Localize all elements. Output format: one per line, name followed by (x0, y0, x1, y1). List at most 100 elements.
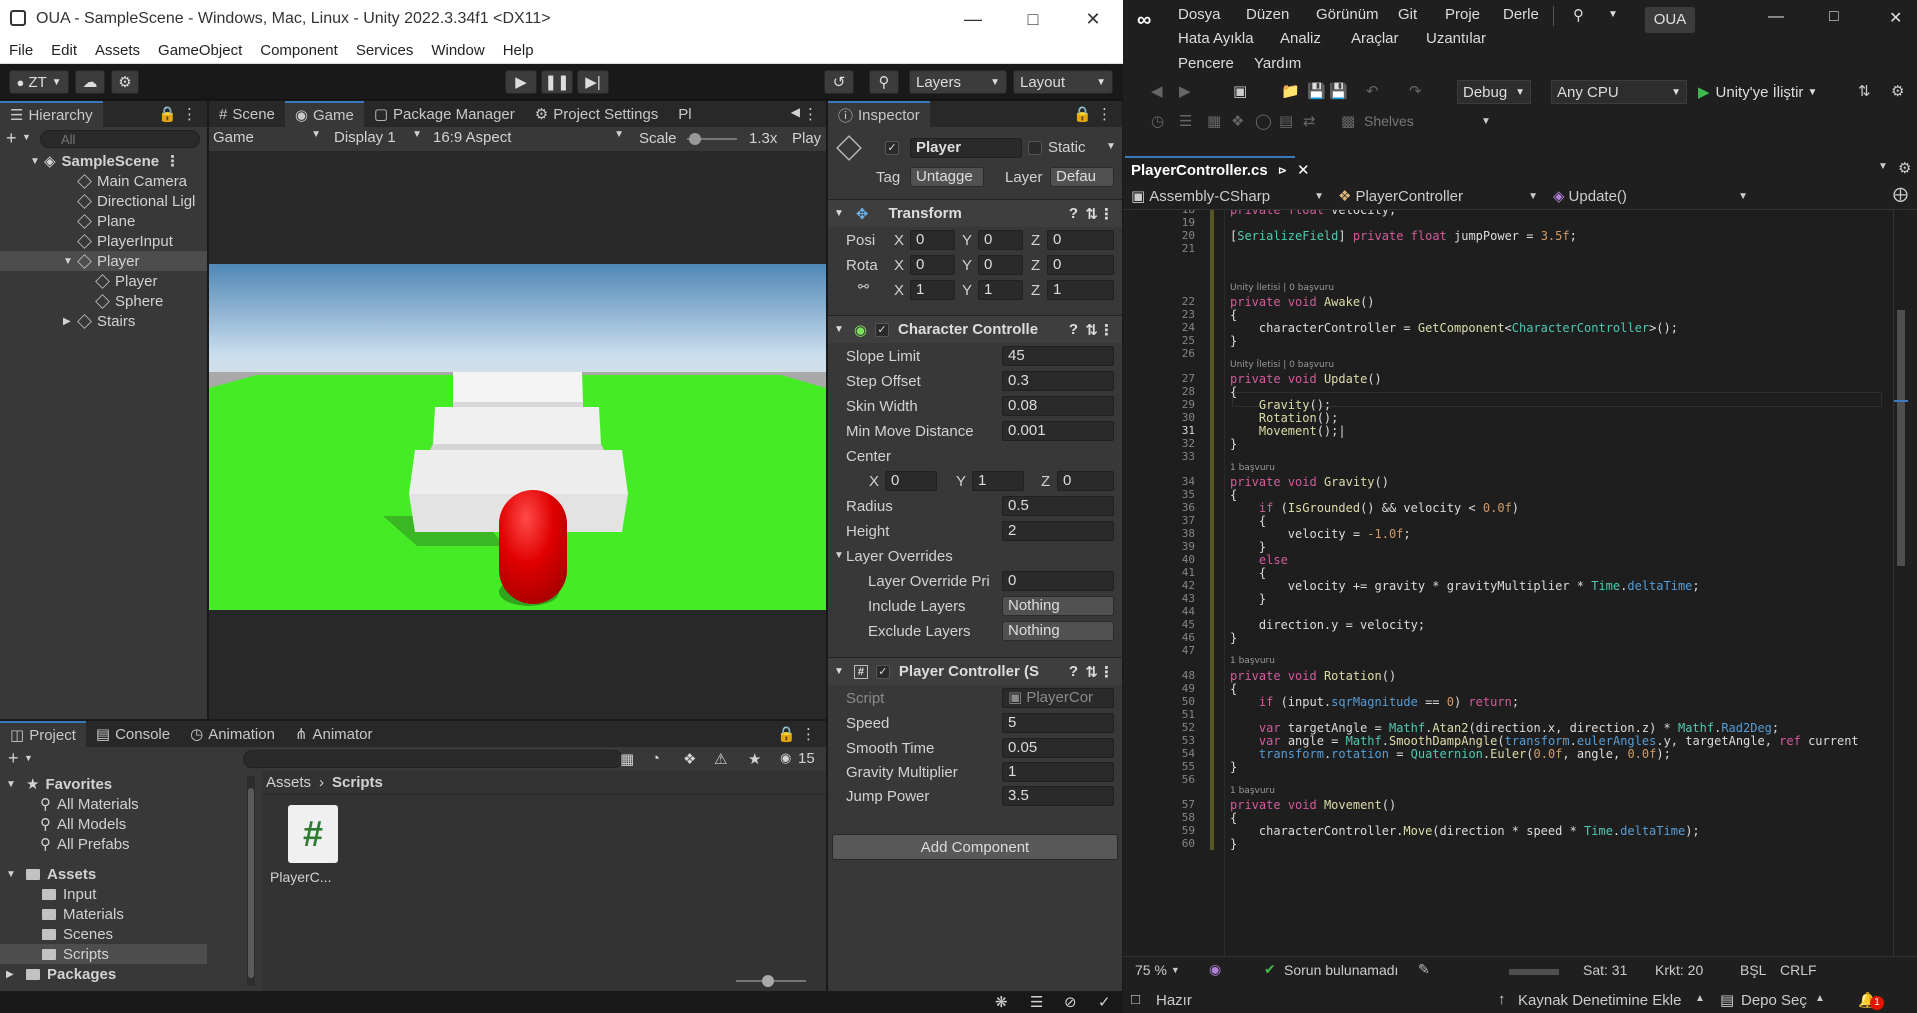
script-asset-item[interactable]: # PlayerC... (264, 805, 344, 895)
chevron-down-icon[interactable]: ▼ (1481, 116, 1491, 127)
menu-assets[interactable]: Assets (95, 42, 140, 59)
component-enabled-checkbox[interactable]: ✓ (875, 664, 890, 679)
breadcrumb-assets[interactable]: Assets (266, 774, 311, 791)
more-icon[interactable]: ⋮ (1099, 205, 1114, 223)
favorite-star-icon[interactable]: ★ (748, 750, 761, 768)
tag-dropdown[interactable]: Untagge (910, 167, 984, 187)
solution-name-badge[interactable]: OUA (1645, 7, 1695, 33)
attach-to-unity-button[interactable]: ▶ Unity'ye İliştir ▼ (1698, 80, 1848, 104)
toolbar-icon[interactable]: ☰ (1179, 112, 1192, 130)
include-layers-dropdown[interactable]: Nothing (1002, 596, 1114, 616)
expand-icon[interactable]: ▼ (6, 869, 16, 880)
play-focus-label[interactable]: Play (792, 130, 821, 147)
redo-icon[interactable]: ↷ (1409, 82, 1422, 100)
maximize-button[interactable]: □ (1829, 8, 1839, 26)
menu-uzantilar[interactable]: Uzantılar (1426, 30, 1486, 47)
display-dropdown[interactable]: Display 1 ▼ (334, 129, 427, 149)
check-circle-icon[interactable]: ✓ (1098, 993, 1111, 1011)
breadcrumb-scripts[interactable]: Scripts (332, 774, 383, 791)
menu-pencere[interactable]: Pencere (1178, 55, 1234, 72)
scene-item[interactable]: ▼ ◈ SampleScene ⋮ (0, 151, 207, 171)
brush-icon[interactable]: ✎ (1418, 961, 1430, 978)
save-icon[interactable]: 💾 (1307, 82, 1326, 100)
tab-playercontroller-cs[interactable]: PlayerController.cs ⊳ ✕ (1125, 156, 1310, 182)
class-dropdown[interactable]: ❖ PlayerController ▼ (1338, 185, 1543, 207)
codelens-gravity[interactable]: 1 başvuru (1230, 463, 1275, 473)
menu-component[interactable]: Component (260, 42, 338, 59)
list-item[interactable]: PlayerInput (0, 231, 207, 251)
chevron-down-icon[interactable]: ▼ (1608, 9, 1618, 20)
static-checkbox[interactable] (1028, 141, 1042, 155)
position-z-field[interactable]: 0 (1047, 230, 1114, 250)
toolbar-icon[interactable]: ◷ (1151, 112, 1164, 130)
game-mode-dropdown[interactable]: Game ▼ (213, 129, 326, 149)
shelves-label[interactable]: Shelves (1364, 113, 1414, 129)
tab-scene[interactable]: # Scene (209, 101, 285, 127)
debug-icon[interactable]: ⚙ (1891, 82, 1904, 100)
layers-dropdown[interactable]: Layers ▼ (909, 70, 1007, 94)
add-to-source-control-button[interactable]: Kaynak Denetimine Ekle (1518, 992, 1681, 1009)
position-y-field[interactable]: 0 (978, 230, 1023, 250)
menu-services[interactable]: Services (356, 42, 414, 59)
rotation-y-field[interactable]: 0 (978, 255, 1023, 275)
menu-duzen[interactable]: Düzen (1246, 6, 1289, 23)
zoom-slider-handle[interactable] (762, 975, 774, 987)
close-button[interactable]: ✕ (1889, 8, 1902, 28)
codelens-movement[interactable]: 1 başvuru (1230, 786, 1275, 796)
collapse-icon[interactable]: ▶ (63, 316, 71, 327)
script-field[interactable]: ▣ PlayerCor (1002, 688, 1114, 708)
tree-scrollbar[interactable] (247, 776, 255, 986)
list-item[interactable]: Input (0, 884, 207, 904)
more-icon[interactable]: ⋮ (182, 105, 197, 123)
menu-edit[interactable]: Edit (51, 42, 77, 59)
chevron-down-icon[interactable]: ▼ (1878, 161, 1888, 172)
radius-field[interactable]: 0.5 (1002, 496, 1114, 516)
toolbar-icon[interactable]: ◯ (1255, 112, 1272, 130)
alert-icon[interactable]: ⚠ (714, 750, 727, 768)
add-icon[interactable]: + (6, 128, 17, 149)
packages-item[interactable]: ▶ Packages (0, 964, 207, 984)
list-item[interactable]: Scenes (0, 924, 207, 944)
center-z-field[interactable]: 0 (1057, 471, 1114, 491)
menu-dosya[interactable]: Dosya (1178, 6, 1221, 23)
code-editor[interactable]: 1819202122232425262728293031323334353637… (1135, 210, 1897, 956)
expand-icon[interactable]: ▼ (834, 550, 844, 561)
preset-icon[interactable]: ⇅ (1085, 663, 1098, 681)
tab-animator[interactable]: ⋔ Animator (285, 721, 383, 747)
codelens-rotation[interactable]: 1 başvuru (1230, 656, 1275, 666)
pin-icon[interactable]: ⊳ (1278, 164, 1287, 177)
scale-x-field[interactable]: 1 (910, 280, 955, 300)
new-item-icon[interactable]: ▣ (1233, 82, 1247, 100)
list-item[interactable]: Main Camera (0, 171, 207, 191)
expand-icon[interactable]: ▼ (834, 324, 844, 335)
collab-button[interactable]: ⚙ (111, 70, 139, 94)
list-item[interactable]: Materials (0, 904, 207, 924)
maximize-button[interactable]: □ (1003, 0, 1063, 38)
select-repository-button[interactable]: Depo Seç (1741, 992, 1807, 1009)
menu-analiz[interactable]: Analiz (1280, 30, 1321, 47)
help-icon[interactable]: ? (1069, 205, 1078, 222)
center-y-field[interactable]: 1 (972, 471, 1024, 491)
line-ending-indicator[interactable]: CRLF (1780, 962, 1817, 978)
help-icon[interactable]: ? (1069, 321, 1078, 338)
expand-icon[interactable]: ▼ (834, 666, 844, 677)
undo-icon[interactable]: ↶ (1366, 82, 1379, 100)
gear-icon[interactable]: ⚙ (1898, 159, 1911, 177)
layer-overrides-label[interactable]: Layer Overrides (846, 548, 953, 565)
toolbar-icon[interactable]: ▦ (1207, 112, 1221, 130)
menu-derle[interactable]: Derle (1503, 6, 1539, 23)
forward-icon[interactable]: ▶ (1179, 82, 1191, 100)
search-button[interactable]: ⚲ (869, 70, 899, 94)
toolbar-icon[interactable]: ⇄ (1303, 112, 1316, 130)
list-item[interactable]: ⚲ All Materials (0, 794, 207, 814)
expand-icon[interactable]: ▼ (63, 256, 73, 267)
layer-override-priority-field[interactable]: 0 (1002, 571, 1114, 591)
expand-icon[interactable]: ▼ (30, 156, 40, 167)
menu-proje[interactable]: Proje (1445, 6, 1480, 23)
more-icon[interactable]: ⋮ (1099, 321, 1114, 339)
project-search-input[interactable] (243, 750, 623, 768)
pause-button[interactable]: ❚❚ (541, 70, 573, 94)
chevron-up-icon[interactable]: ▲ (1815, 993, 1825, 1004)
gravity-multiplier-field[interactable]: 1 (1002, 762, 1114, 782)
layer-dropdown[interactable]: Defau (1050, 167, 1114, 187)
